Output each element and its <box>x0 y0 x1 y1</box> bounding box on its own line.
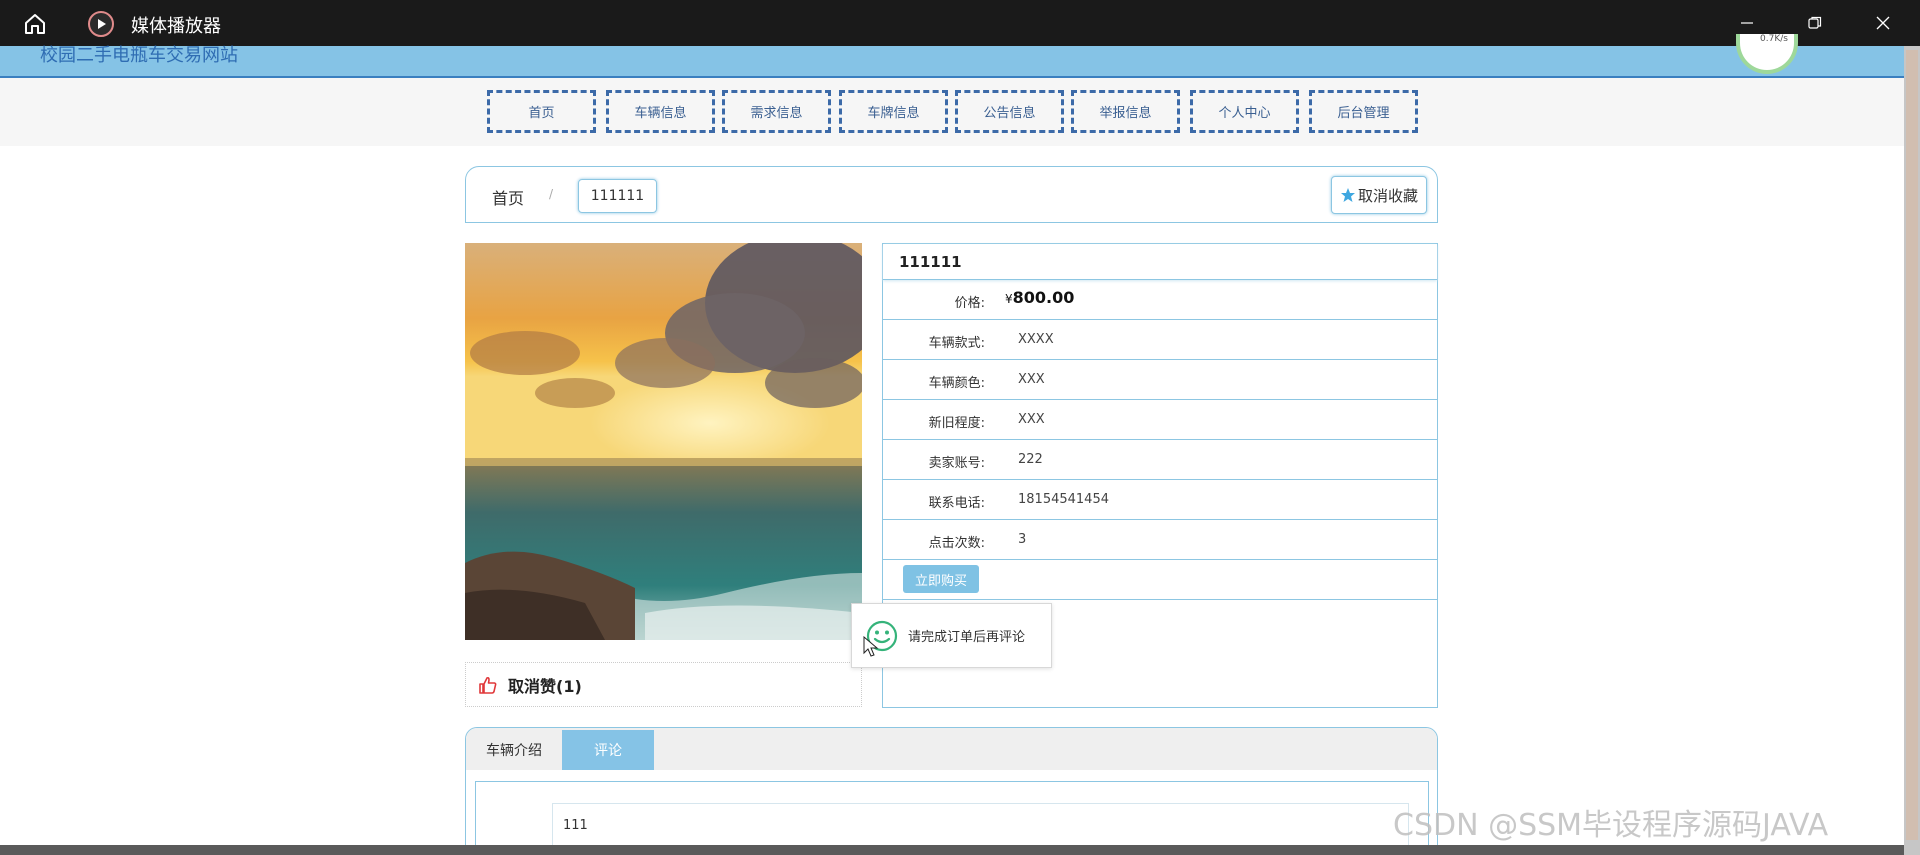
price-value: ¥800.00 <box>1005 288 1074 307</box>
breadcrumb-home[interactable]: 首页 <box>492 185 524 209</box>
watermark-text: CSDN @SSM毕设程序源码JAVA <box>1393 808 1829 843</box>
detail-row: 车辆款式: XXXX <box>883 320 1437 360</box>
nav-item-reports[interactable]: 举报信息 <box>1071 90 1180 133</box>
product-title: 111111 <box>883 244 1437 280</box>
speed-widget: 0.7K/s <box>1736 34 1798 74</box>
page-scrollbar[interactable] <box>1904 46 1920 855</box>
nav-item-vehicles[interactable]: 车辆信息 <box>606 90 715 133</box>
site-header: 校园二手电瓶车交易网站 0.7K/s <box>0 34 1904 78</box>
main-nav: 首页 车辆信息 需求信息 车牌信息 公告信息 举报信息 个人中心 后台管理 <box>0 78 1904 146</box>
window-titlebar: 媒体播放器 <box>0 0 1920 46</box>
thumbs-up-icon <box>479 676 497 694</box>
nav-item-notices[interactable]: 公告信息 <box>955 90 1064 133</box>
media-player-icon <box>88 11 114 37</box>
detail-row-actions: 立即购买 <box>883 560 1437 600</box>
unfavorite-label: 取消收藏 <box>1357 186 1418 205</box>
detail-row: 新旧程度: XXX <box>883 400 1437 440</box>
restore-button[interactable] <box>1792 8 1838 38</box>
detail-row-price: 价格: ¥800.00 <box>883 280 1437 320</box>
detail-value: 222 <box>1018 452 1043 467</box>
detail-value: 3 <box>1018 532 1027 547</box>
mouse-cursor-icon <box>863 635 879 658</box>
detail-value: XXX <box>1018 412 1045 427</box>
breadcrumb-current: 111111 <box>578 179 657 213</box>
breadcrumb-separator: / <box>549 187 554 201</box>
like-box[interactable]: 取消赞(1) <box>465 662 862 707</box>
nav-item-profile[interactable]: 个人中心 <box>1190 90 1299 133</box>
detail-value: XXXX <box>1018 332 1054 347</box>
speed-readout: 0.7K/s <box>1760 34 1788 44</box>
nav-item-home[interactable]: 首页 <box>487 90 596 133</box>
scrollbar-thumb[interactable] <box>1906 50 1918 840</box>
tabs-panel: 车辆介绍 评论 111 <box>465 727 1438 855</box>
detail-value: 18154541454 <box>1018 492 1109 507</box>
detail-row: 卖家账号: 222 <box>883 440 1437 480</box>
price-amount: 800.00 <box>1012 288 1075 307</box>
detail-label: 点击次数: <box>928 536 985 551</box>
detail-label: 联系电话: <box>928 496 985 511</box>
comment-input[interactable]: 111 <box>552 803 1409 851</box>
price-label: 价格: <box>954 296 985 311</box>
detail-value: XXX <box>1018 372 1045 387</box>
star-icon <box>1340 188 1355 202</box>
tab-bar: 车辆介绍 评论 <box>466 728 1437 770</box>
toast-text: 请完成订单后再评论 <box>908 630 1026 645</box>
detail-row: 联系电话: 18154541454 <box>883 480 1437 520</box>
tab-comments[interactable]: 评论 <box>562 730 654 770</box>
comment-area: 111 <box>475 781 1429 854</box>
breadcrumb: 首页 / 111111 取消收藏 <box>465 166 1438 223</box>
detail-row: 车辆颜色: XXX <box>883 360 1437 400</box>
currency-symbol: ¥ <box>1005 292 1013 306</box>
nav-item-plates[interactable]: 车牌信息 <box>839 90 948 133</box>
buy-now-button[interactable]: 立即购买 <box>903 565 979 593</box>
detail-row: 点击次数: 3 <box>883 520 1437 560</box>
window-title: 媒体播放器 <box>131 16 221 37</box>
detail-label: 车辆颜色: <box>928 376 985 391</box>
detail-label: 新旧程度: <box>928 416 985 431</box>
close-button[interactable] <box>1860 8 1906 38</box>
tab-vehicle-intro[interactable]: 车辆介绍 <box>466 730 562 770</box>
bottom-edge <box>0 845 1904 855</box>
home-icon[interactable] <box>22 11 48 37</box>
nav-item-admin[interactable]: 后台管理 <box>1309 90 1418 133</box>
unlike-label: 取消赞(1) <box>508 676 582 696</box>
site-title[interactable]: 校园二手电瓶车交易网站 <box>40 41 238 67</box>
detail-label: 车辆款式: <box>928 336 985 351</box>
product-image <box>465 243 862 640</box>
toast-message: 请完成订单后再评论 <box>851 603 1052 668</box>
detail-label: 卖家账号: <box>928 456 985 471</box>
nav-item-demands[interactable]: 需求信息 <box>722 90 831 133</box>
unfavorite-button[interactable]: 取消收藏 <box>1331 176 1427 214</box>
